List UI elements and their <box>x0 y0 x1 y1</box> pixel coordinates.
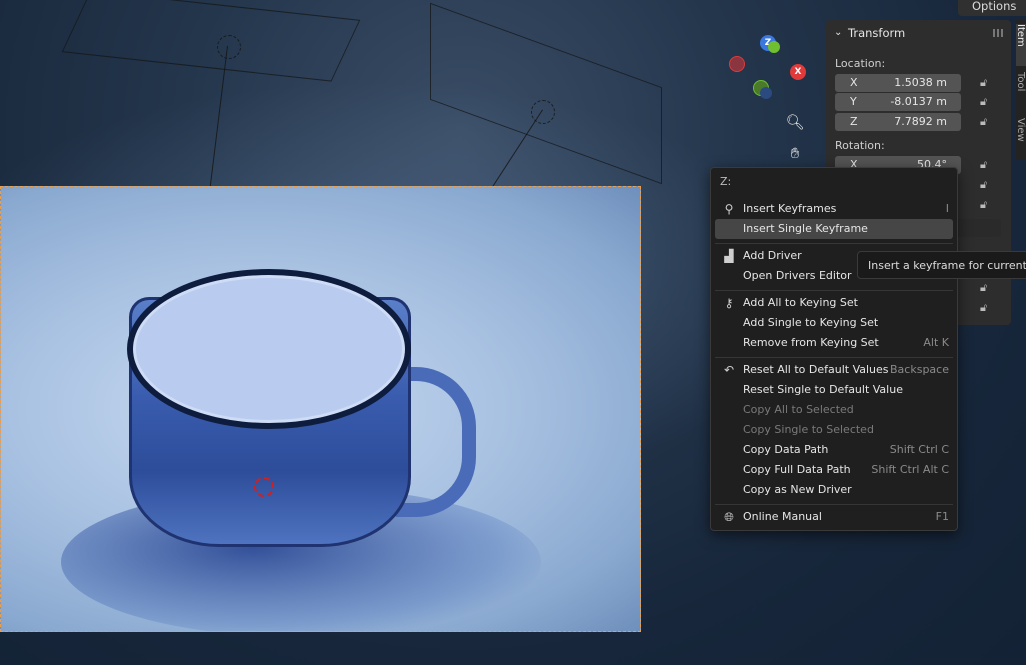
menu-separator <box>715 357 953 358</box>
tab-tool[interactable]: Tool <box>1015 72 1026 112</box>
lock-icon[interactable]: 🔓︎ <box>980 178 994 192</box>
menu-item-copy-single-selected: Copy Single to Selected <box>743 423 874 436</box>
menu-item-remove-keying-set[interactable]: Remove from Keying Set Alt K <box>715 333 953 353</box>
3d-cursor <box>254 477 274 497</box>
location-x-field[interactable]: X 1.5038 m <box>835 74 961 92</box>
lock-icon[interactable]: 🔓︎ <box>980 281 994 295</box>
tab-item[interactable]: Item <box>1015 24 1026 66</box>
hand-pan-icon[interactable]: ✋︎ <box>783 141 807 165</box>
lock-icon[interactable]: 🔓︎ <box>980 115 994 129</box>
location-y-field[interactable]: Y -8.0137 m <box>835 93 961 111</box>
menu-item-copy-data-path[interactable]: Copy Data Path Shift Ctrl C <box>715 440 953 460</box>
gizmo-x-axis[interactable]: X <box>790 64 806 80</box>
options-button[interactable]: Options <box>958 0 1026 16</box>
menu-separator <box>715 504 953 505</box>
menu-item-add-all-keying-set[interactable]: ⚷ Add All to Keying Set <box>715 293 953 313</box>
menu-item-online-manual[interactable]: 🌐︎ Online Manual F1 <box>715 507 953 527</box>
driver-icon: ▟ <box>724 249 734 263</box>
menu-item-reset-all-defaults[interactable]: ↶ Reset All to Default Values Backspace <box>715 360 953 380</box>
globe-icon: 🌐︎ <box>724 510 734 524</box>
menu-item-copy-all-selected: Copy All to Selected <box>743 403 854 416</box>
lock-icon[interactable]: 🔓︎ <box>980 158 994 172</box>
sidebar-tabs: Item Tool View <box>1015 20 1026 160</box>
gizmo-neg-z-axis[interactable] <box>760 87 772 99</box>
menu-item-insert-single-keyframe[interactable]: Insert Single Keyframe <box>715 219 953 239</box>
zoom-icon[interactable]: 🔍︎ <box>783 110 807 134</box>
menu-title: Z: <box>720 175 732 188</box>
menu-item-insert-keyframes[interactable]: ⚲ Insert Keyframes I <box>715 199 953 219</box>
lock-icon[interactable]: 🔓︎ <box>980 76 994 90</box>
reset-icon: ↶ <box>723 363 735 377</box>
camera-frame <box>0 186 641 632</box>
menu-item-copy-full-data-path[interactable]: Copy Full Data Path Shift Ctrl Alt C <box>715 460 953 480</box>
menu-separator <box>715 290 953 291</box>
location-z-field[interactable]: Z 7.7892 m <box>835 113 961 131</box>
rotation-label: Rotation: <box>835 139 885 152</box>
menu-item-copy-new-driver[interactable]: Copy as New Driver <box>715 480 953 500</box>
transform-panel-header[interactable]: ⌄ Transform <box>826 20 1011 46</box>
tab-view[interactable]: View <box>1015 118 1026 154</box>
menu-item-add-single-keying-set[interactable]: Add Single to Keying Set <box>715 313 953 333</box>
navigation-gizmo[interactable]: Z X <box>724 32 814 112</box>
gizmo-y-axis[interactable] <box>768 41 780 53</box>
tooltip: Insert a keyframe for current U <box>857 251 1026 279</box>
chevron-down-icon: ⌄ <box>834 27 843 38</box>
keying-set-icon: ⚷ <box>724 296 734 310</box>
area-light-left <box>61 0 361 82</box>
location-label: Location: <box>835 57 886 70</box>
gizmo-neg-x-axis[interactable] <box>729 56 745 72</box>
drag-grip-icon[interactable] <box>993 29 1003 37</box>
context-menu: Z: ⚲ Insert Keyframes I Insert Single Ke… <box>710 167 958 531</box>
lock-icon[interactable]: 🔓︎ <box>980 301 994 315</box>
light-center-left <box>217 35 241 59</box>
menu-separator <box>715 243 953 244</box>
lock-icon[interactable]: 🔓︎ <box>980 95 994 109</box>
lock-icon[interactable]: 🔓︎ <box>980 198 994 212</box>
menu-item-reset-single-default[interactable]: Reset Single to Default Value <box>715 380 953 400</box>
keyframe-add-icon: ⚲ <box>724 202 734 216</box>
cup-rim <box>127 269 411 429</box>
panel-title: Transform <box>848 26 906 40</box>
